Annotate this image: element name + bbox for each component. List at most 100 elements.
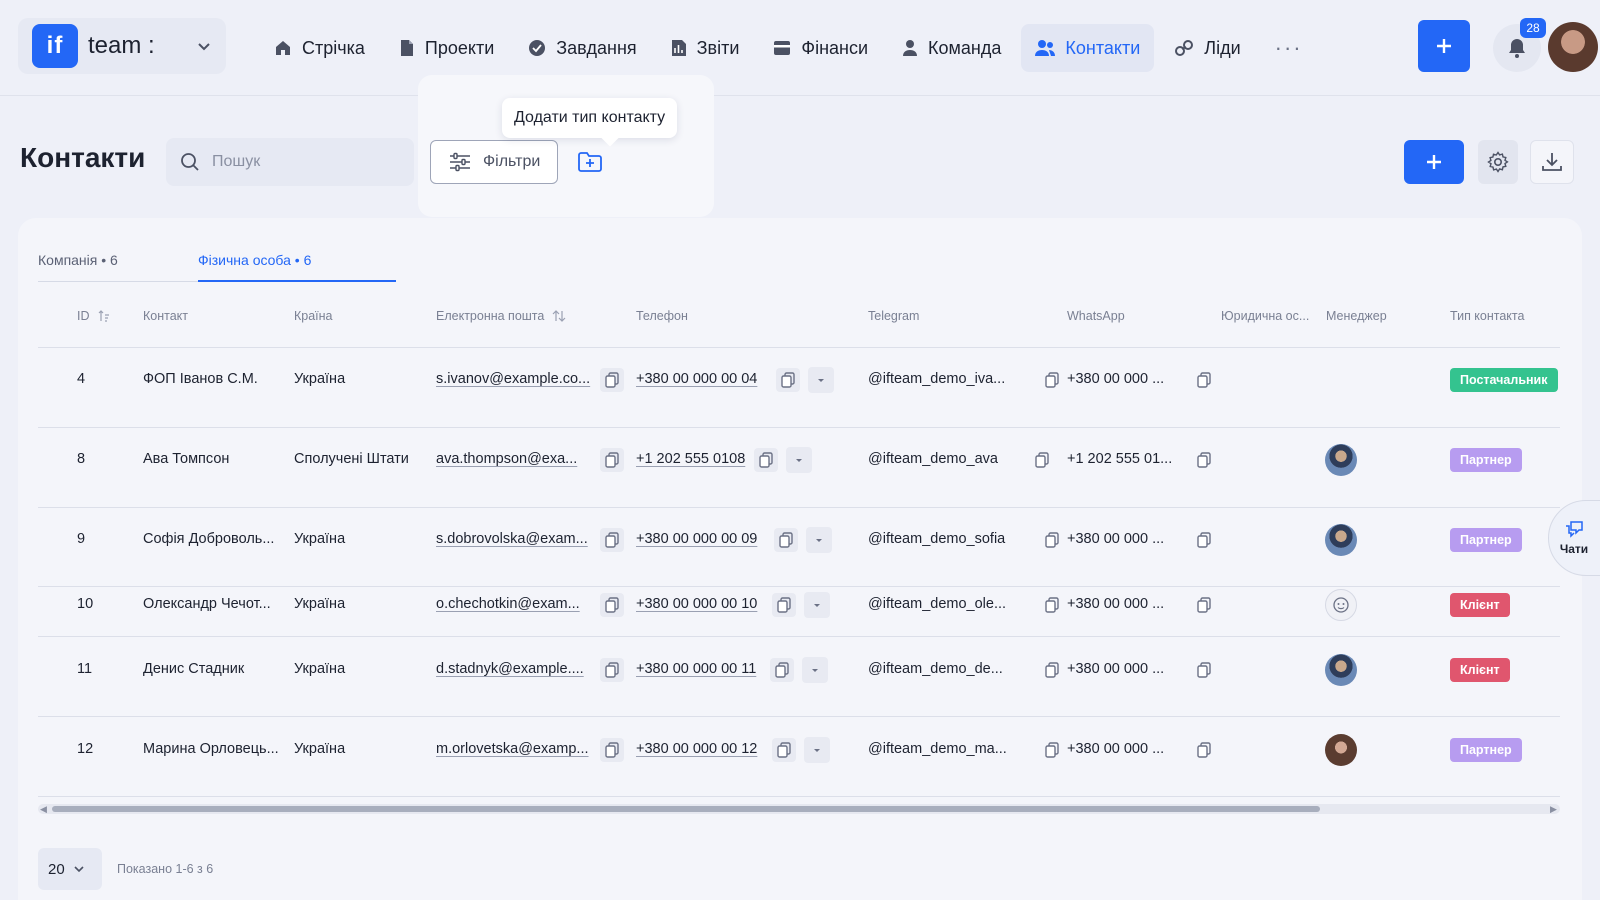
nav-item-7[interactable]: Ліди xyxy=(1160,24,1254,72)
phone-options-dropdown[interactable] xyxy=(786,447,812,473)
active-tab-indicator xyxy=(198,280,396,282)
cell-phone[interactable]: +380 00 000 00 04 xyxy=(636,371,757,387)
download-button[interactable] xyxy=(1530,140,1574,184)
manager-avatar-placeholder-icon[interactable] xyxy=(1325,589,1357,621)
copy-phone-icon[interactable] xyxy=(772,593,796,617)
copy-whatsapp-icon[interactable] xyxy=(1192,528,1216,552)
nav-item-2[interactable]: Завдання xyxy=(514,24,650,72)
global-add-button[interactable] xyxy=(1418,20,1470,72)
cell-email[interactable]: ava.thompson@exa... xyxy=(436,451,577,467)
phone-options-dropdown[interactable] xyxy=(808,367,834,393)
user-icon xyxy=(902,39,928,57)
copy-whatsapp-icon[interactable] xyxy=(1192,368,1216,392)
nav-item-3[interactable]: Звіти xyxy=(657,24,754,72)
nav-item-5[interactable]: Команда xyxy=(888,24,1015,72)
cell-telegram[interactable]: @ifteam_demo_iva... xyxy=(868,371,1005,387)
row-divider xyxy=(38,586,1560,587)
cell-whatsapp[interactable]: +380 00 000 ... xyxy=(1067,596,1164,612)
cell-contact-name[interactable]: ФОП Іванов С.М. xyxy=(143,371,258,387)
scroll-right-arrow-icon[interactable]: ▶ xyxy=(1550,804,1557,815)
cell-whatsapp[interactable]: +380 00 000 ... xyxy=(1067,661,1164,677)
cell-email[interactable]: d.stadnyk@example.... xyxy=(436,661,584,677)
copy-telegram-icon[interactable] xyxy=(1040,593,1064,617)
cell-telegram[interactable]: @ifteam_demo_ava xyxy=(868,451,998,467)
copy-email-icon[interactable] xyxy=(600,738,624,762)
cell-phone[interactable]: +1 202 555 0108 xyxy=(636,451,745,467)
column-header-email[interactable]: Електронна пошта xyxy=(436,309,566,323)
copy-phone-icon[interactable] xyxy=(776,368,800,392)
check-circle-icon xyxy=(528,39,556,57)
phone-options-dropdown[interactable] xyxy=(802,657,828,683)
cell-telegram[interactable]: @ifteam_demo_ma... xyxy=(868,741,1007,757)
cell-telegram[interactable]: @ifteam_demo_ole... xyxy=(868,596,1006,612)
cell-contact-name[interactable]: Софія Доброволь... xyxy=(143,531,274,547)
cell-phone[interactable]: +380 00 000 00 09 xyxy=(636,531,757,547)
scroll-left-arrow-icon[interactable]: ◀ xyxy=(40,804,47,815)
copy-whatsapp-icon[interactable] xyxy=(1192,738,1216,762)
copy-telegram-icon[interactable] xyxy=(1040,658,1064,682)
copy-email-icon[interactable] xyxy=(600,658,624,682)
cell-contact-name[interactable]: Ава Томпсон xyxy=(143,451,229,467)
copy-telegram-icon[interactable] xyxy=(1040,368,1064,392)
phone-options-dropdown[interactable] xyxy=(804,737,830,763)
cell-telegram[interactable]: @ifteam_demo_sofia xyxy=(868,531,1005,547)
copy-whatsapp-icon[interactable] xyxy=(1192,448,1216,472)
copy-email-icon[interactable] xyxy=(600,528,624,552)
cell-whatsapp[interactable]: +380 00 000 ... xyxy=(1067,371,1164,387)
manager-avatar[interactable] xyxy=(1325,654,1357,686)
cell-email[interactable]: o.chechotkin@exam... xyxy=(436,596,580,612)
nav-more-button[interactable]: ··· xyxy=(1261,35,1317,61)
cell-id: 10 xyxy=(77,596,94,612)
scrollbar-thumb[interactable] xyxy=(52,806,1320,812)
copy-phone-icon[interactable] xyxy=(754,448,778,472)
nav-item-1[interactable]: Проекти xyxy=(385,24,508,72)
cell-email[interactable]: m.orlovetska@examp... xyxy=(436,741,589,757)
nav-item-4[interactable]: Фінанси xyxy=(759,24,882,72)
cell-phone[interactable]: +380 00 000 00 11 xyxy=(636,661,756,677)
cell-email[interactable]: s.dobrovolska@exam... xyxy=(436,531,588,547)
copy-phone-icon[interactable] xyxy=(774,528,798,552)
manager-avatar[interactable] xyxy=(1325,734,1357,766)
copy-whatsapp-icon[interactable] xyxy=(1192,593,1216,617)
cell-whatsapp[interactable]: +380 00 000 ... xyxy=(1067,531,1164,547)
add-contact-button[interactable] xyxy=(1404,140,1464,184)
page-size-select[interactable]: 20 xyxy=(38,848,102,890)
copy-telegram-icon[interactable] xyxy=(1040,738,1064,762)
add-contact-type-button[interactable] xyxy=(575,148,605,176)
cell-contact-name[interactable]: Денис Стадник xyxy=(143,661,244,677)
row-divider xyxy=(38,507,1560,508)
cell-telegram[interactable]: @ifteam_demo_de... xyxy=(868,661,1003,677)
copy-telegram-icon[interactable] xyxy=(1040,528,1064,552)
cell-whatsapp[interactable]: +380 00 000 ... xyxy=(1067,741,1164,757)
copy-phone-icon[interactable] xyxy=(772,738,796,762)
search-input[interactable]: Пошук xyxy=(166,138,414,186)
manager-avatar[interactable] xyxy=(1325,524,1357,556)
filters-button[interactable]: Фільтри xyxy=(430,140,558,184)
cell-contact-name[interactable]: Олександр Чечот... xyxy=(143,596,271,612)
column-header-manager: Менеджер xyxy=(1326,309,1387,323)
copy-email-icon[interactable] xyxy=(600,368,624,392)
copy-whatsapp-icon[interactable] xyxy=(1192,658,1216,682)
copy-phone-icon[interactable] xyxy=(770,658,794,682)
cell-contact-name[interactable]: Марина Орловець... xyxy=(143,741,279,757)
tab-company[interactable]: Компанія • 6 xyxy=(38,252,118,268)
column-header-id[interactable]: ID xyxy=(77,309,110,323)
nav-item-6[interactable]: Контакти xyxy=(1021,24,1155,72)
cell-whatsapp[interactable]: +1 202 555 01... xyxy=(1067,451,1172,467)
manager-avatar[interactable] xyxy=(1325,444,1357,476)
column-header-contact-type: Тип контакта xyxy=(1450,309,1525,323)
cell-phone[interactable]: +380 00 000 00 10 xyxy=(636,596,757,612)
copy-email-icon[interactable] xyxy=(600,448,624,472)
copy-telegram-icon[interactable] xyxy=(1030,448,1054,472)
main-nav: Стрічка Проекти Завдання Звіти Фінанси Команд… xyxy=(260,24,1317,72)
workspace-switcher[interactable]: if team : xyxy=(18,18,226,74)
table-settings-button[interactable] xyxy=(1478,140,1518,184)
nav-item-0[interactable]: Стрічка xyxy=(260,24,379,72)
phone-options-dropdown[interactable] xyxy=(804,592,830,618)
cell-phone[interactable]: +380 00 000 00 12 xyxy=(636,741,757,757)
cell-email[interactable]: s.ivanov@example.co... xyxy=(436,371,590,387)
tab-individual[interactable]: Фізична особа • 6 xyxy=(198,252,311,268)
phone-options-dropdown[interactable] xyxy=(806,527,832,553)
copy-email-icon[interactable] xyxy=(600,593,624,617)
user-avatar[interactable] xyxy=(1548,22,1598,72)
